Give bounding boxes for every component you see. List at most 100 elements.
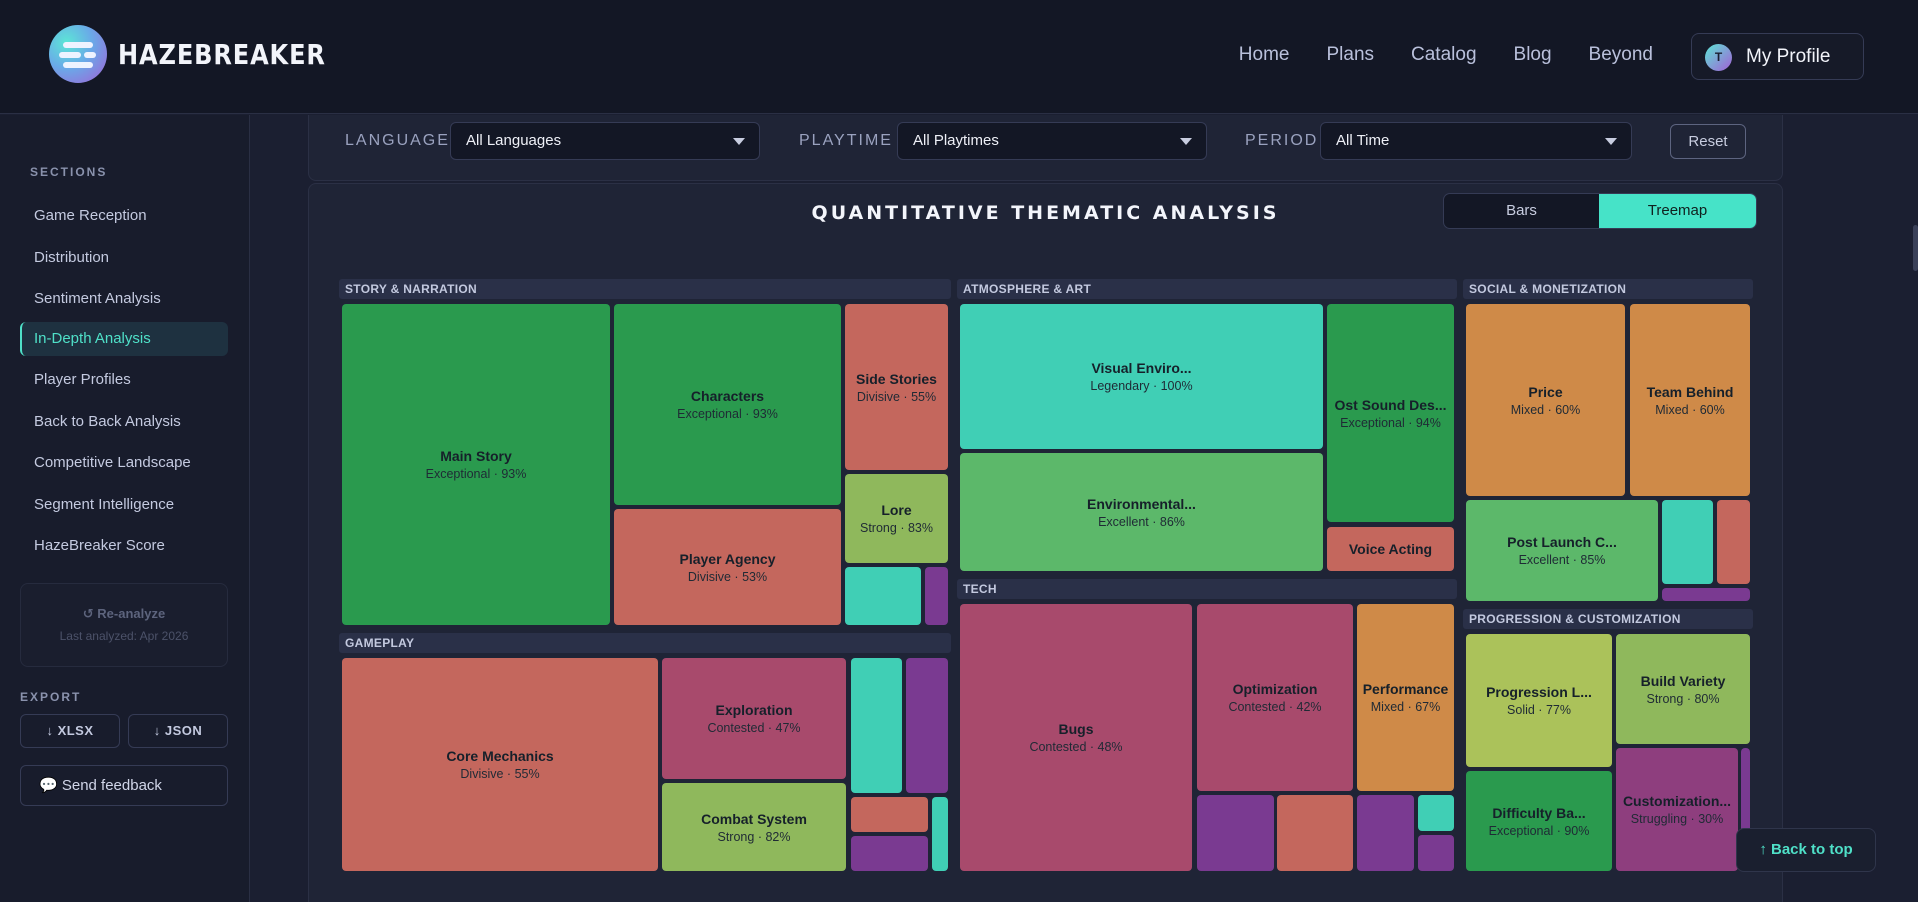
playtime-select-value: All Playtimes [913, 132, 999, 149]
treemap-tile-small[interactable] [1662, 500, 1713, 584]
language-select-value: All Languages [466, 132, 562, 149]
treemap-tile-customization[interactable]: Customization... Struggling · 30% [1616, 748, 1738, 871]
sidebar-item-sentiment-analysis[interactable]: Sentiment Analysis [20, 282, 228, 316]
view-bars-button[interactable]: Bars [1444, 194, 1599, 228]
treemap-tile-visual-environment[interactable]: Visual Enviro... Legendary · 100% [960, 304, 1323, 449]
tile-name: Visual Enviro... [1091, 360, 1192, 376]
sidebar-item-hazebreaker-score[interactable]: HazeBreaker Score [20, 529, 228, 563]
sidebar-item-distribution[interactable]: Distribution [20, 241, 228, 275]
export-xlsx-button[interactable]: ↓ XLSX [20, 714, 120, 748]
tile-name: Ost Sound Des... [1334, 396, 1447, 413]
treemap-tile-combat-system[interactable]: Combat System Strong · 82% [662, 783, 846, 871]
group-header-tech: TECH [957, 579, 1457, 599]
treemap-tile-build-variety[interactable]: Build Variety Strong · 80% [1616, 634, 1750, 744]
treemap-tile-small[interactable] [932, 797, 948, 871]
treemap-tile-small[interactable] [851, 836, 928, 871]
sidebar-item-player-profiles[interactable]: Player Profiles [20, 363, 228, 397]
tile-name: Build Variety [1640, 672, 1726, 689]
tile-name: Progression L... [1486, 684, 1592, 700]
tile-rating: Mixed · 67% [1370, 700, 1441, 714]
treemap-tile-small[interactable] [1418, 835, 1454, 871]
playtime-select[interactable]: All Playtimes [897, 122, 1207, 160]
language-select[interactable]: All Languages [450, 122, 760, 160]
treemap-tile-main-story[interactable]: Main Story Exceptional · 93% [342, 304, 610, 625]
group-header-atmosphere: ATMOSPHERE & ART [957, 279, 1457, 299]
nav-link-beyond[interactable]: Beyond [1589, 44, 1653, 66]
send-feedback-button[interactable]: 💬 Send feedback [20, 765, 228, 806]
treemap-tile-small[interactable] [1277, 795, 1353, 871]
treemap-tile-exploration[interactable]: Exploration Contested · 47% [662, 658, 846, 779]
top-navbar: HAZEBREAKER Home Plans Catalog Blog Beyo… [0, 0, 1918, 114]
tile-name: Optimization [1232, 681, 1318, 697]
treemap-tile-team-behind[interactable]: Team Behind Mixed · 60% [1630, 304, 1750, 496]
hazebreaker-logo-icon[interactable] [49, 25, 107, 83]
nav-link-catalog[interactable]: Catalog [1411, 44, 1477, 66]
treemap-tile-progression[interactable]: Progression L... Solid · 77% [1466, 634, 1612, 767]
tile-rating: Mixed · 60% [1510, 402, 1581, 417]
tile-name: Voice Acting [1348, 541, 1433, 557]
tile-rating: Contested · 42% [1228, 700, 1322, 714]
treemap-tile-lore[interactable]: Lore Strong · 83% [845, 474, 948, 563]
treemap-tile-small[interactable] [851, 797, 928, 832]
treemap-tile-player-agency[interactable]: Player Agency Divisive · 53% [614, 509, 841, 625]
tile-rating: Exceptional · 93% [677, 407, 778, 421]
treemap-tile-environmental[interactable]: Environmental... Excellent · 86% [960, 453, 1323, 571]
period-label: PERIOD [1245, 132, 1319, 149]
nav-link-plans[interactable]: Plans [1326, 44, 1374, 66]
view-treemap-button[interactable]: Treemap [1599, 194, 1756, 228]
view-toggle: Bars Treemap [1443, 193, 1757, 229]
treemap-tile-small[interactable] [925, 567, 948, 625]
tile-rating: Exceptional · 93% [425, 467, 527, 481]
treemap-tile-small[interactable] [851, 658, 902, 793]
tile-name: Performance [1362, 681, 1449, 697]
treemap-tile-small[interactable] [906, 658, 948, 793]
treemap-tile-small[interactable] [1662, 588, 1750, 601]
reanalyze-button[interactable]: ↺ Re-analyze Last analyzed: Apr 2026 [20, 583, 228, 667]
group-header-progression: PROGRESSION & CUSTOMIZATION [1463, 609, 1753, 629]
treemap-tile-small[interactable] [845, 567, 921, 625]
tile-name: Price [1528, 383, 1563, 400]
playtime-label: PLAYTIME [799, 132, 893, 149]
treemap-tile-characters[interactable]: Characters Exceptional · 93% [614, 304, 841, 505]
treemap-tile-small[interactable] [1197, 795, 1274, 871]
treemap-tile-optimization[interactable]: Optimization Contested · 42% [1197, 604, 1353, 791]
treemap-tile-post-launch[interactable]: Post Launch C... Excellent · 85% [1466, 500, 1658, 601]
tile-rating: Strong · 82% [717, 829, 791, 844]
reset-button[interactable]: Reset [1670, 124, 1746, 159]
my-profile-button[interactable]: T My Profile [1691, 33, 1864, 80]
export-json-button[interactable]: ↓ JSON [128, 714, 228, 748]
chevron-down-icon [733, 138, 745, 145]
tile-name: Player Agency [679, 550, 776, 567]
sidebar-item-segment-intelligence[interactable]: Segment Intelligence [20, 488, 228, 522]
sidebar-item-back-to-back-analysis[interactable]: Back to Back Analysis [20, 405, 228, 439]
treemap-tile-small[interactable] [1418, 795, 1454, 831]
brand-name[interactable]: HAZEBREAKER [118, 38, 326, 71]
treemap-tile-small[interactable] [1717, 500, 1750, 584]
treemap-tile-side-stories[interactable]: Side Stories Divisive · 55% [845, 304, 948, 470]
tile-name: Customization... [1622, 793, 1732, 809]
treemap-tile-voice-acting[interactable]: Voice Acting [1327, 527, 1454, 571]
nav-links: Home Plans Catalog Blog Beyond [1239, 44, 1653, 66]
treemap-tile-ost-sound-design[interactable]: Ost Sound Des... Exceptional · 94% [1327, 304, 1454, 522]
nav-link-home[interactable]: Home [1239, 44, 1290, 66]
sidebar-item-in-depth-analysis[interactable]: In-Depth Analysis [20, 322, 228, 356]
treemap-tile-bugs[interactable]: Bugs Contested · 48% [960, 604, 1192, 871]
sidebar-item-game-reception[interactable]: Game Reception [20, 199, 228, 233]
tile-rating: Exceptional · 90% [1488, 823, 1590, 838]
treemap-tile-core-mechanics[interactable]: Core Mechanics Divisive · 55% [342, 658, 658, 871]
page-scrollbar[interactable] [1913, 225, 1918, 271]
treemap-tile-difficulty-balance[interactable]: Difficulty Ba... Exceptional · 90% [1466, 771, 1612, 871]
period-select[interactable]: All Time [1320, 122, 1632, 160]
tile-name: Combat System [701, 810, 807, 827]
treemap-tile-price[interactable]: Price Mixed · 60% [1466, 304, 1625, 496]
treemap-tile-small[interactable] [1357, 795, 1414, 871]
treemap-tile-performance[interactable]: Performance Mixed · 67% [1357, 604, 1454, 791]
nav-link-blog[interactable]: Blog [1514, 44, 1552, 66]
tile-name: Post Launch C... [1507, 534, 1617, 550]
sidebar-item-competitive-landscape[interactable]: Competitive Landscape [20, 446, 228, 480]
language-label: LANGUAGE [345, 132, 450, 149]
tile-rating: Contested · 47% [707, 721, 801, 735]
tile-name: Core Mechanics [446, 748, 554, 764]
group-header-gameplay: GAMEPLAY [339, 633, 951, 653]
back-to-top-button[interactable]: ↑ Back to top [1736, 828, 1876, 872]
